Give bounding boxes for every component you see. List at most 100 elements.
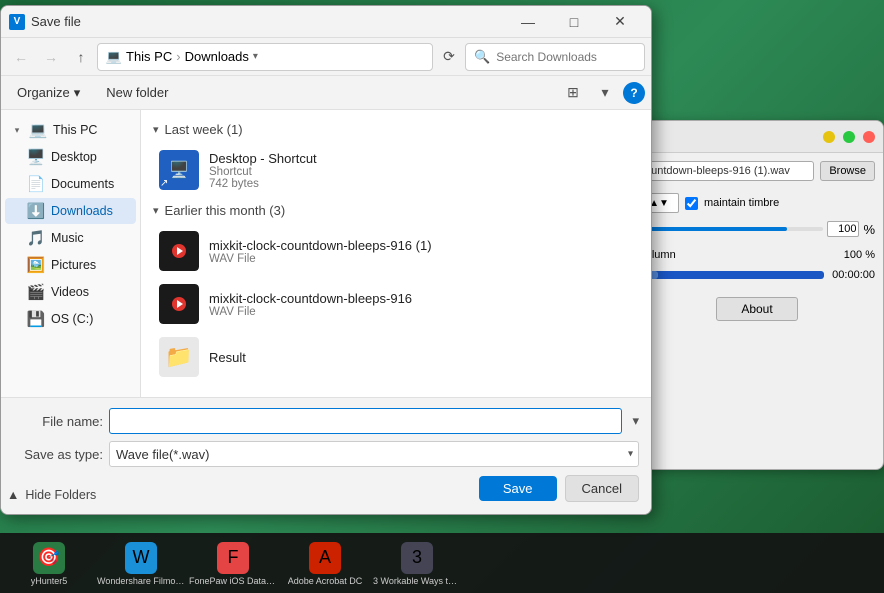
- file-name-input[interactable]: [109, 408, 622, 434]
- minimize-button[interactable]: [823, 131, 835, 143]
- taskbar-label-workable: 3 Workable Ways to Tr...: [373, 576, 461, 587]
- view-button[interactable]: ⊞: [559, 79, 587, 107]
- nav-label-downloads: Downloads: [51, 204, 113, 218]
- file-meta-wav2: WAV File: [209, 306, 633, 318]
- forward-button[interactable]: →: [37, 43, 65, 71]
- maintain-timbre-label: maintain timbre: [704, 197, 779, 209]
- taskbar-item-adobe[interactable]: A Adobe Acrobat DC: [280, 535, 370, 591]
- nav-label-desktop: Desktop: [51, 150, 97, 164]
- progress-bar[interactable]: [639, 271, 824, 279]
- nav-expand-icon: ▾: [11, 124, 23, 136]
- close-button[interactable]: ✕: [597, 6, 643, 38]
- taskbar-item-hunter[interactable]: 🎯 yHunter5: [4, 535, 94, 591]
- file-name-dropdown-icon[interactable]: ▾: [632, 413, 639, 429]
- taskbar-item-fonepaw[interactable]: F FonePaw iOS Data Backu...: [188, 535, 278, 591]
- nav-downloads-icon: ⬇️: [27, 202, 45, 220]
- organize-button[interactable]: Organize ▾: [7, 81, 90, 105]
- refresh-button[interactable]: ⟳: [435, 43, 463, 71]
- nav-item-desktop[interactable]: 🖥️ Desktop: [5, 144, 136, 170]
- search-bar[interactable]: 🔍: [465, 43, 645, 71]
- taskbar-icon-adobe: A: [309, 542, 341, 574]
- about-button[interactable]: About: [716, 297, 797, 321]
- help-button[interactable]: ?: [623, 82, 645, 104]
- back-button[interactable]: ←: [7, 43, 35, 71]
- percent-input[interactable]: [827, 221, 859, 237]
- taskbar-icon-fonepaw: F: [217, 542, 249, 574]
- breadcrumb-downloads: Downloads: [185, 49, 249, 64]
- nav-item-videos[interactable]: 🎬 Videos: [5, 279, 136, 305]
- up-button[interactable]: ↑: [67, 43, 95, 71]
- shortcut-icon: 🖥️ ↗: [159, 150, 199, 190]
- file-meta-desktop-shortcut: Shortcut 742 bytes: [209, 166, 633, 190]
- search-input[interactable]: [496, 50, 651, 64]
- file-thumb-wav1: [159, 231, 199, 271]
- file-item-wav1[interactable]: mixkit-clock-countdown-bleeps-916 (1) WA…: [153, 226, 639, 276]
- file-name-result: Result: [209, 350, 633, 365]
- nav-item-pictures[interactable]: 🖼️ Pictures: [5, 252, 136, 278]
- nav-label-pictures: Pictures: [51, 258, 96, 272]
- volume-row: Volumn 100 %: [639, 249, 875, 261]
- section-header-earlier[interactable]: ▾ Earlier this month (3): [153, 203, 639, 218]
- file-name-desktop-shortcut: Desktop - Shortcut: [209, 151, 633, 166]
- maximize-button[interactable]: □: [551, 6, 597, 38]
- section-header-last-week[interactable]: ▾ Last week (1): [153, 122, 639, 137]
- file-size-desktop-shortcut: 742 bytes: [209, 178, 259, 190]
- taskbar: 🎯 yHunter5 W Wondershare Filmora 11 F Fo…: [0, 533, 884, 593]
- taskbar-item-wondershare[interactable]: W Wondershare Filmora 11: [96, 535, 186, 591]
- maintain-timbre-checkbox[interactable]: [685, 197, 698, 210]
- file-meta-wav1: WAV File: [209, 253, 633, 265]
- nav-desktop-icon: 🖥️: [27, 148, 45, 166]
- shortcut-arrow-icon: ↗: [160, 178, 168, 189]
- wav-icon-2: [159, 284, 199, 324]
- taskbar-item-workable[interactable]: 3 3 Workable Ways to Tr...: [372, 535, 462, 591]
- wav-icon-1: [159, 231, 199, 271]
- taskbar-label-hunter: yHunter5: [31, 576, 68, 587]
- minimize-button[interactable]: —: [505, 6, 551, 38]
- save-as-type-label: Save as type:: [13, 447, 103, 462]
- audio-app-titlebar: [631, 121, 883, 153]
- section-title-earlier: Earlier this month (3): [165, 203, 286, 218]
- nav-item-music[interactable]: 🎵 Music: [5, 225, 136, 251]
- close-button[interactable]: [863, 131, 875, 143]
- file-info-wav2: mixkit-clock-countdown-bleeps-916 WAV Fi…: [209, 291, 633, 318]
- search-icon: 🔍: [474, 49, 490, 65]
- section-title-last-week: Last week (1): [165, 122, 243, 137]
- file-info-wav1: mixkit-clock-countdown-bleeps-916 (1) WA…: [209, 238, 633, 265]
- maximize-button[interactable]: [843, 131, 855, 143]
- section-chevron-earlier: ▾: [153, 204, 159, 217]
- time-row: 00:00:00: [639, 269, 875, 281]
- folder-icon: 📁: [165, 344, 192, 370]
- time-display: 00:00:00: [832, 269, 875, 281]
- file-name-wav2: mixkit-clock-countdown-bleeps-916: [209, 291, 633, 306]
- navigation-toolbar: ← → ↑ 💻 This PC › Downloads ▾ ⟳ 🔍: [1, 38, 651, 76]
- breadcrumb-this-pc: This PC: [126, 49, 172, 64]
- title-buttons: — □ ✕: [505, 6, 643, 38]
- audio-file-row: ountdown-bleeps-916 (1).wav Browse: [639, 161, 875, 181]
- taskbar-label-adobe: Adobe Acrobat DC: [288, 576, 363, 587]
- file-item-wav2[interactable]: mixkit-clock-countdown-bleeps-916 WAV Fi…: [153, 279, 639, 329]
- audio-controls: ▲▼ maintain timbre % Volumn 100 % 00:00:…: [639, 189, 875, 285]
- audio-browse-button[interactable]: Browse: [820, 161, 875, 181]
- nav-videos-icon: 🎬: [27, 283, 45, 301]
- percent-slider[interactable]: [639, 227, 823, 231]
- save-as-type-select-wrap: Wave file(*.wav) All Files (*.*) ▾: [109, 441, 639, 467]
- breadcrumb-chevron[interactable]: ▾: [253, 51, 258, 62]
- nav-label-this-pc: This PC: [53, 123, 97, 137]
- nav-item-downloads[interactable]: ⬇️ Downloads: [5, 198, 136, 224]
- taskbar-icon-wondershare: W: [125, 542, 157, 574]
- file-item-result[interactable]: 📁 Result: [153, 332, 639, 382]
- section-chevron-last-week: ▾: [153, 123, 159, 136]
- view-dropdown-button[interactable]: ▾: [591, 79, 619, 107]
- new-folder-button[interactable]: New folder: [94, 81, 180, 104]
- save-file-dialog: V Save file — □ ✕ ← → ↑ 💻 This PC › Down…: [0, 5, 652, 515]
- taskbar-label-fonepaw: FonePaw iOS Data Backu...: [189, 576, 277, 587]
- save-as-type-select[interactable]: Wave file(*.wav) All Files (*.*): [109, 441, 639, 467]
- nav-item-this-pc[interactable]: ▾ 💻 This PC: [5, 117, 136, 143]
- file-name-wav1: mixkit-clock-countdown-bleeps-916 (1): [209, 238, 633, 253]
- taskbar-label-wondershare: Wondershare Filmora 11: [97, 576, 185, 587]
- breadcrumb[interactable]: 💻 This PC › Downloads ▾: [97, 43, 433, 71]
- nav-item-documents[interactable]: 📄 Documents: [5, 171, 136, 197]
- file-item-desktop-shortcut[interactable]: 🖥️ ↗ Desktop - Shortcut Shortcut 742 byt…: [153, 145, 639, 195]
- content-area: ▾ 💻 This PC 🖥️ Desktop 📄 Documents ⬇️ Do…: [1, 110, 651, 397]
- nav-item-os-c[interactable]: 💾 OS (C:): [5, 306, 136, 332]
